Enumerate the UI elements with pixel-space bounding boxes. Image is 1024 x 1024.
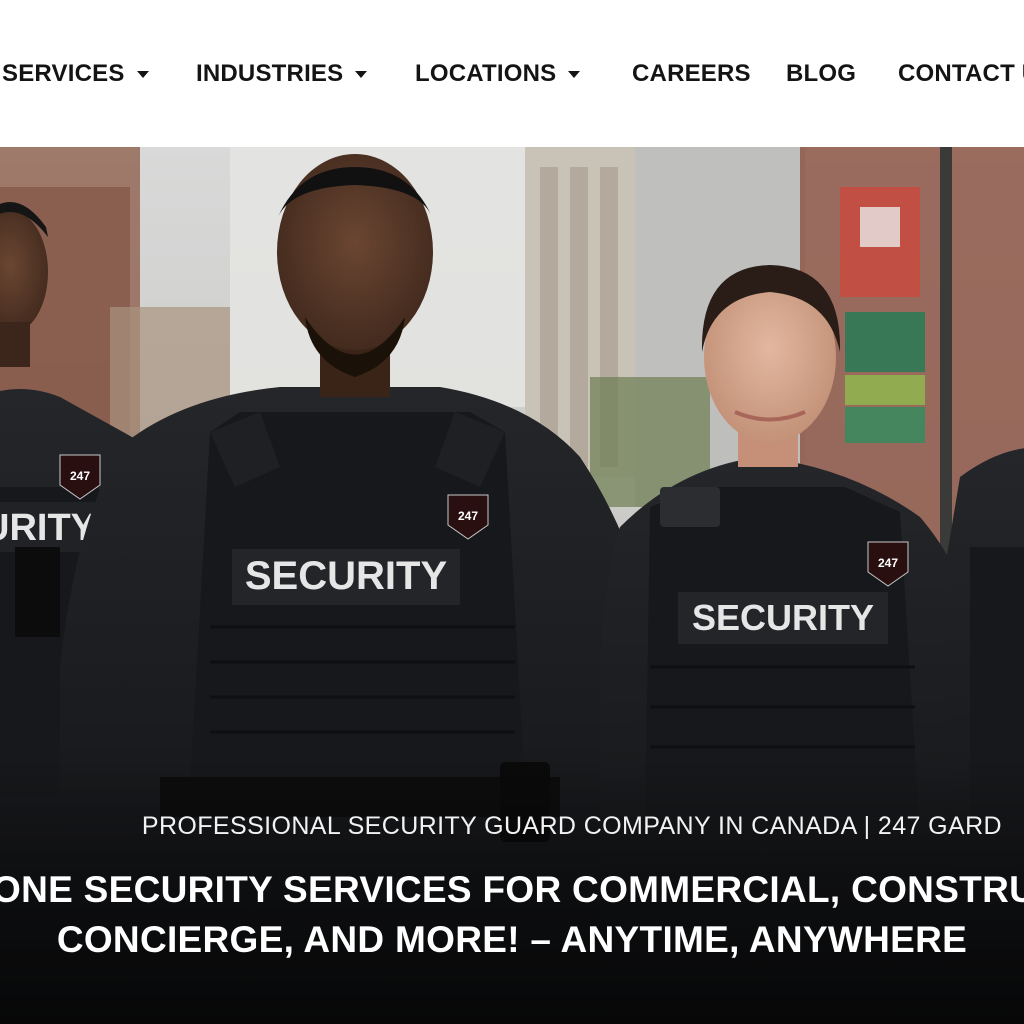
hero-section: URITY 247 SECURITY 247 [0, 147, 1024, 1024]
nav-item-industries[interactable]: INDUSTRIES [196, 58, 368, 90]
nav-item-label: CAREERS [632, 60, 751, 87]
nav-item-contact[interactable]: CONTACT U [898, 58, 1024, 90]
nav-item-label: INDUSTRIES [196, 60, 344, 87]
chevron-down-icon [568, 70, 581, 78]
svg-text:247: 247 [458, 509, 478, 523]
nav-item-label: CONTACT U [898, 60, 1024, 87]
nav-item-label: SERVICES [2, 60, 125, 87]
nav-item-label: LOCATIONS [415, 60, 557, 87]
vest-label-center: SECURITY [245, 554, 448, 598]
nav-item-locations[interactable]: LOCATIONS [415, 58, 581, 90]
main-navigation: SERVICES INDUSTRIES LOCATIONS CAREERS BL… [0, 0, 1024, 147]
chevron-down-icon [136, 70, 149, 78]
nav-item-blog[interactable]: BLOG [786, 58, 856, 90]
vest-label-right: SECURITY [692, 597, 874, 638]
nav-item-label: BLOG [786, 60, 857, 87]
badge-text: 247 [70, 469, 90, 483]
vest-label-partial: URITY [0, 507, 96, 549]
nav-item-careers[interactable]: CAREERS [632, 58, 751, 90]
svg-text:247: 247 [878, 556, 898, 570]
chevron-down-icon [355, 70, 368, 78]
hero-title-line-2: CONCIERGE, AND MORE! – ANYTIME, ANYWHERE [56, 919, 968, 960]
hero-title: ONE SECURITY SERVICES FOR COMMERCIAL, CO… [0, 865, 1024, 965]
hero-subtitle: PROFESSIONAL SECURITY GUARD COMPANY IN C… [141, 812, 1002, 840]
nav-item-services[interactable]: SERVICES [2, 58, 149, 90]
hero-title-line-1: ONE SECURITY SERVICES FOR COMMERCIAL, CO… [0, 869, 1024, 910]
